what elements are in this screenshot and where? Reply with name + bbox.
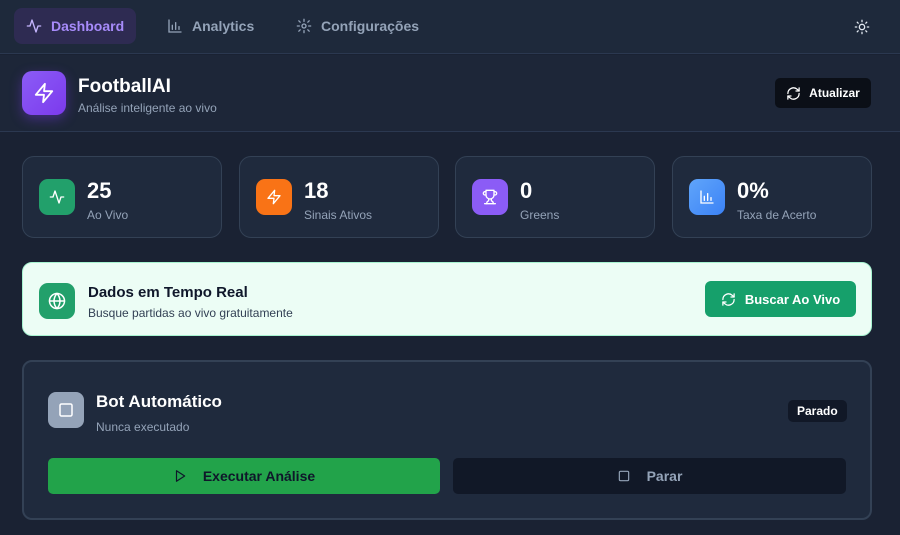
bot-subtitle: Nunca executado — [96, 420, 190, 434]
stat-label: Ao Vivo — [87, 208, 129, 222]
refresh-label: Atualizar — [809, 86, 860, 100]
bot-title: Bot Automático — [96, 392, 222, 411]
trophy-icon — [482, 189, 498, 205]
activity-icon — [26, 19, 42, 33]
nav-item-analytics[interactable]: Analytics — [155, 8, 266, 44]
stat-value: 0 — [520, 178, 533, 203]
app-header: FootballAI Análise inteligente ao vivo A… — [0, 55, 900, 132]
nav-item-dashboard[interactable]: Dashboard — [14, 8, 137, 44]
realtime-subtitle: Busque partidas ao vivo gratuitamente — [88, 306, 293, 320]
nav-item-label: Dashboard — [51, 18, 125, 34]
play-icon — [175, 470, 186, 482]
bar-chart-icon — [700, 190, 714, 204]
stat-card-greens: 0 Greens — [455, 156, 655, 238]
zap-icon — [34, 82, 54, 104]
realtime-panel: Dados em Tempo Real Busque partidas ao v… — [22, 262, 872, 336]
stat-value: 18 — [304, 178, 329, 203]
stat-label: Taxa de Acerto — [737, 208, 817, 222]
nav-item-configuracoes[interactable]: Configurações — [284, 8, 431, 44]
stat-value: 0% — [737, 178, 769, 203]
stat-card-taxa-acerto: 0% Taxa de Acerto — [672, 156, 872, 238]
run-analysis-button[interactable]: Executar Análise — [48, 458, 440, 494]
stat-icon-box — [39, 179, 75, 215]
square-icon — [59, 403, 73, 417]
theme-toggle-button[interactable] — [852, 17, 872, 37]
refresh-icon — [787, 86, 800, 100]
stat-icon-box — [472, 179, 508, 215]
globe-icon — [48, 292, 66, 310]
stop-label: Parar — [646, 468, 683, 484]
bot-icon-box — [48, 392, 84, 428]
stat-card-sinais-ativos: 18 Sinais Ativos — [239, 156, 439, 238]
sun-icon — [854, 19, 870, 35]
run-analysis-label: Executar Análise — [202, 468, 316, 484]
stat-label: Sinais Ativos — [304, 208, 373, 222]
app-logo — [22, 71, 66, 115]
stop-button[interactable]: Parar — [453, 458, 846, 494]
app-title: FootballAI — [78, 76, 171, 97]
gear-icon — [296, 18, 312, 34]
activity-icon — [49, 190, 65, 204]
app-subtitle: Análise inteligente ao vivo — [78, 101, 217, 115]
fetch-live-button[interactable]: Buscar Ao Vivo — [705, 281, 856, 317]
zap-icon — [267, 189, 281, 205]
fetch-live-label: Buscar Ao Vivo — [744, 291, 841, 307]
top-nav: Dashboard Analytics Configurações — [0, 0, 900, 54]
realtime-title: Dados em Tempo Real — [88, 284, 248, 301]
realtime-icon-box — [39, 283, 75, 319]
nav-item-label: Analytics — [192, 18, 255, 34]
square-icon — [618, 470, 629, 482]
nav-item-label: Configurações — [321, 18, 420, 34]
stat-icon-box — [689, 179, 725, 215]
stat-icon-box — [256, 179, 292, 215]
refresh-button[interactable]: Atualizar — [775, 78, 871, 108]
stat-value: 25 — [87, 178, 112, 203]
bar-chart-icon — [168, 19, 182, 33]
auto-bot-panel: Bot Automático Nunca executado Parado Ex… — [22, 360, 872, 520]
stat-label: Greens — [520, 208, 560, 222]
status-badge: Parado — [788, 400, 847, 422]
stat-card-ao-vivo: 25 Ao Vivo — [22, 156, 222, 238]
refresh-icon — [722, 292, 735, 306]
